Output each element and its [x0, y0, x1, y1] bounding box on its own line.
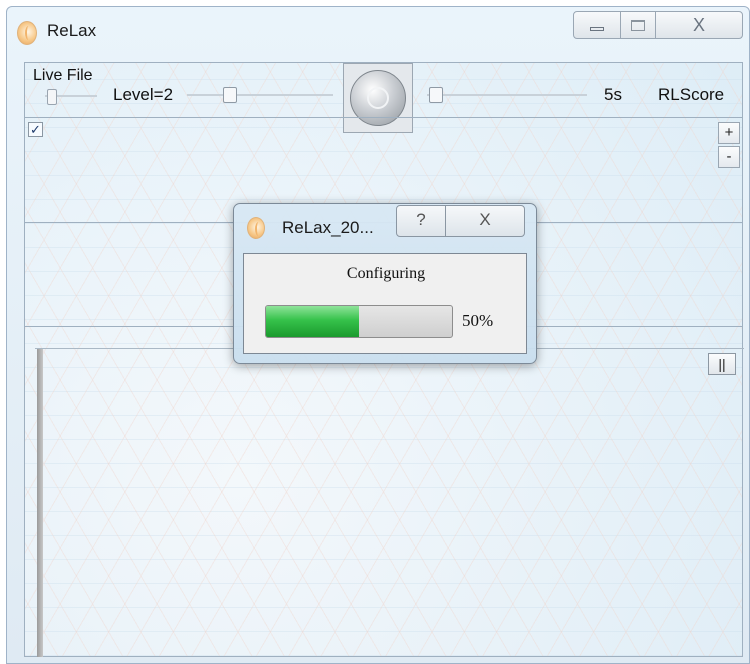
live-file-slider[interactable] — [45, 89, 97, 105]
slider-thumb[interactable] — [47, 89, 57, 105]
close-icon: X — [692, 14, 705, 35]
zoom-in-button[interactable]: + — [718, 122, 740, 144]
time-slider[interactable] — [427, 87, 587, 103]
slider-thumb[interactable] — [429, 87, 443, 103]
level-label: Level=2 — [113, 85, 174, 104]
title-bar: ReLax X — [7, 7, 749, 57]
progress-bar — [265, 305, 453, 338]
progress-dialog: ReLax_20... ? X Configuring 50% — [233, 203, 537, 364]
help-button[interactable]: ? — [396, 205, 446, 237]
relax-app-icon — [17, 21, 37, 45]
zoom-out-button[interactable]: - — [718, 146, 740, 168]
slider-thumb[interactable] — [223, 87, 237, 103]
minimize-button[interactable] — [573, 11, 621, 39]
dialog-body: Configuring 50% — [243, 253, 527, 354]
waveform-pane — [35, 348, 744, 658]
toolbar: Live File Level=2 5s RLScore — [25, 63, 744, 133]
dialog-close-button[interactable]: X — [445, 205, 525, 237]
relax-app-icon — [247, 217, 265, 239]
maximize-button[interactable] — [620, 11, 656, 39]
close-icon: X — [479, 210, 491, 229]
status-message: Configuring — [346, 265, 426, 282]
dialog-title: ReLax_20... — [282, 218, 374, 237]
progress-percent: 50% — [462, 311, 494, 330]
live-file-label: Live File — [33, 67, 93, 84]
close-button[interactable]: X — [655, 11, 743, 39]
channel-checkbox[interactable]: ✓ — [28, 122, 43, 137]
window-title: ReLax — [47, 21, 97, 40]
rlscore-label: RLScore — [658, 85, 725, 104]
help-icon: ? — [416, 210, 426, 229]
slider-rail — [427, 94, 587, 96]
maximize-icon — [631, 19, 645, 31]
minimize-icon — [590, 27, 604, 31]
duration-label: 5s — [604, 85, 622, 104]
progress-fill — [266, 306, 359, 337]
level-slider[interactable] — [187, 87, 333, 103]
slider-rail — [187, 94, 333, 96]
pause-button[interactable]: || — [708, 353, 736, 375]
